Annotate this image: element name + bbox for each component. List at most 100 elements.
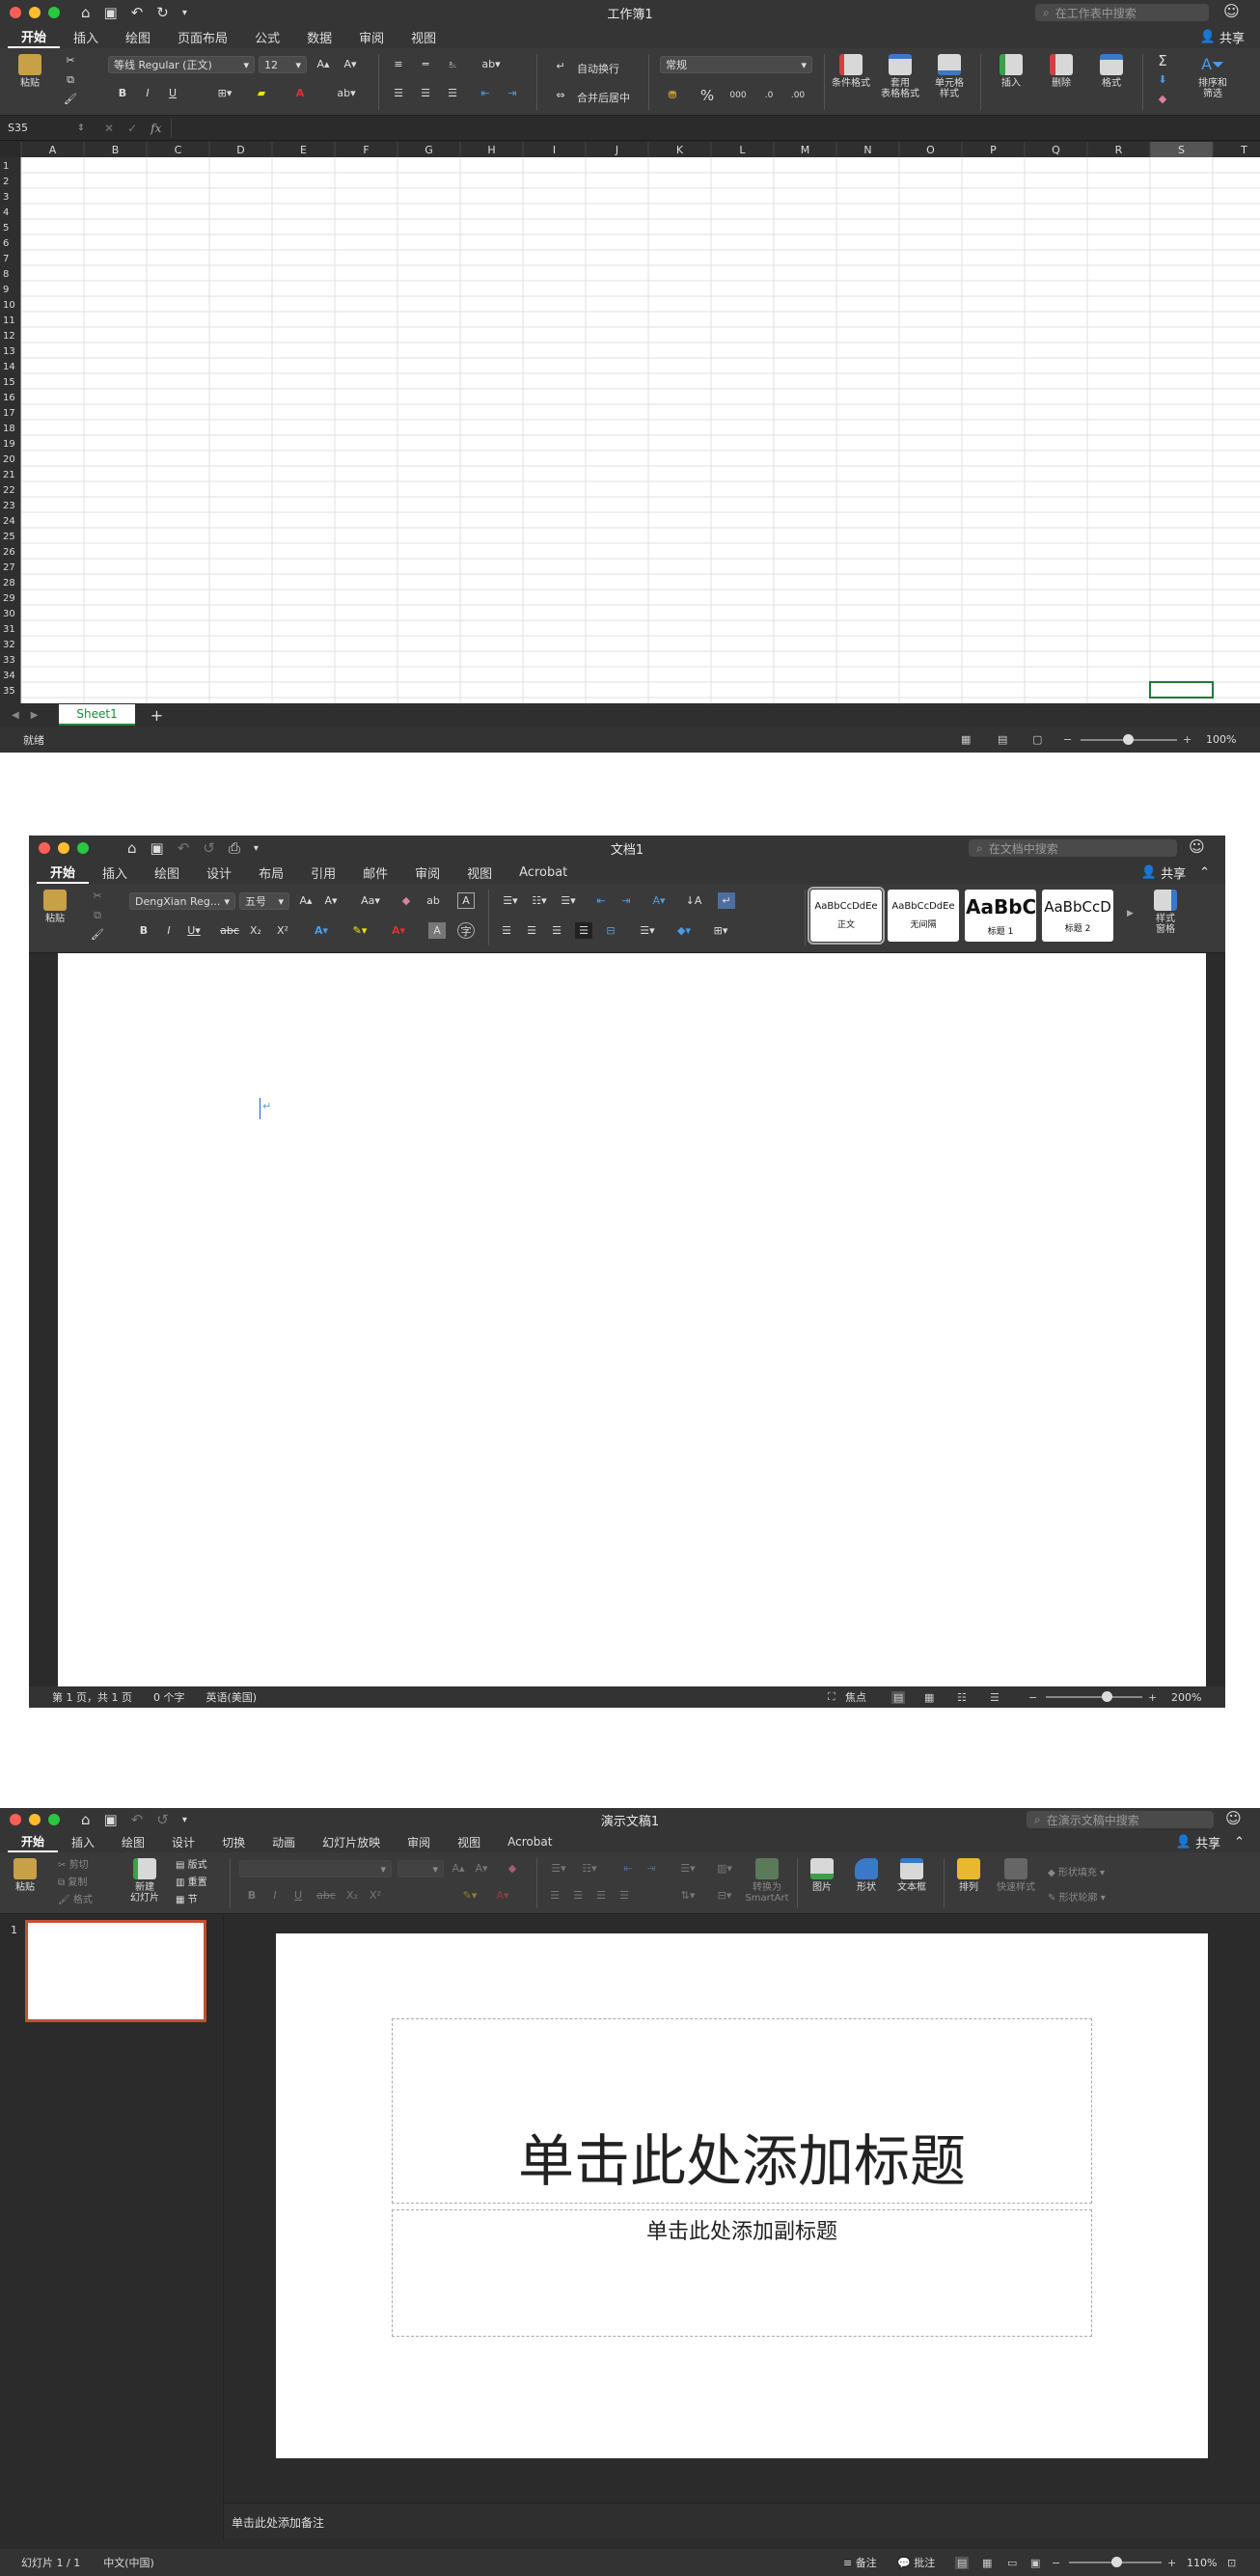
numbering-icon[interactable]: ☷▾	[577, 1860, 602, 1877]
draft-view-icon[interactable]: ☰	[990, 1691, 1000, 1704]
row-header[interactable]: 29	[3, 593, 15, 604]
increase-font-icon[interactable]: A▴	[297, 892, 315, 909]
tab-1[interactable]: 插入	[89, 861, 141, 884]
enclose-char-icon[interactable]: 字	[457, 922, 475, 939]
name-box-stepper-icon[interactable]: ⇕	[77, 123, 93, 133]
copy-icon[interactable]: ⧉	[89, 907, 106, 923]
format-as-table-button[interactable]: 套用 表格格式	[876, 54, 924, 99]
tab-2[interactable]: 绘图	[108, 1831, 158, 1852]
number-format-select[interactable]: 常规 ▾	[660, 56, 812, 73]
align-center-icon[interactable]: ☰	[523, 922, 540, 939]
cancel-formula-icon[interactable]: ✕	[104, 122, 114, 135]
close-window-button[interactable]	[10, 1814, 21, 1825]
share-button[interactable]: 👤 共享 ⌃	[1176, 1833, 1245, 1851]
increase-font-icon[interactable]: A▴	[450, 1860, 467, 1877]
highlight-icon[interactable]: ✎▾	[461, 1887, 479, 1904]
tab-0[interactable]: 开始	[37, 861, 90, 884]
align-center-icon[interactable]: ☰	[417, 85, 434, 101]
column-header[interactable]: K	[676, 144, 684, 156]
tab-3[interactable]: 设计	[158, 1831, 208, 1852]
arrange-button[interactable]: 排列	[951, 1858, 986, 1893]
orientation-icon[interactable]: ab▾	[477, 56, 506, 72]
home-icon[interactable]: ⌂	[127, 839, 137, 857]
page-layout-icon[interactable]: ▤	[998, 733, 1007, 746]
change-case-icon[interactable]: Aa▾	[357, 892, 384, 909]
text-effects-icon[interactable]: A▾	[313, 922, 330, 939]
phonetic-guide-icon[interactable]: ab	[425, 892, 442, 909]
customize-toolbar-icon[interactable]: ▾	[182, 8, 187, 18]
zoom-out-icon[interactable]: −	[1052, 2557, 1060, 2569]
wrap-text-icon[interactable]: ↵	[552, 58, 569, 74]
column-header[interactable]: T	[1240, 144, 1247, 156]
borders-icon[interactable]: ⊞▾	[708, 922, 733, 939]
save-icon[interactable]: ▣	[151, 839, 164, 857]
row-header[interactable]: 6	[3, 238, 9, 249]
merge-center-label[interactable]: 合并后居中	[577, 90, 630, 105]
insert-shape-button[interactable]: 形状	[849, 1858, 884, 1893]
smartart-button[interactable]: 转换为 SmartArt	[743, 1858, 791, 1904]
undo-icon[interactable]: ↶	[131, 4, 144, 21]
styles-gallery-more-icon[interactable]: ▶	[1127, 909, 1134, 918]
row-header[interactable]: 19	[3, 439, 15, 450]
column-header[interactable]: E	[300, 144, 307, 156]
document-page[interactable]: ↵	[58, 953, 1206, 1686]
row-header[interactable]: 21	[3, 470, 15, 480]
subscript-icon[interactable]: X₂	[247, 922, 264, 939]
tab-0[interactable]: 开始	[8, 1831, 59, 1852]
next-sheet-icon[interactable]: ▶	[31, 710, 39, 721]
active-cell[interactable]	[1149, 681, 1214, 699]
accept-formula-icon[interactable]: ✓	[127, 122, 137, 135]
subtitle-placeholder[interactable]: 单击此处添加副标题	[392, 2209, 1092, 2337]
page-break-icon[interactable]: ▢	[1032, 733, 1042, 746]
row-header[interactable]: 5	[3, 223, 9, 233]
font-color-icon[interactable]: A	[291, 85, 309, 101]
fit-slide-icon[interactable]: ⊡	[1227, 2557, 1236, 2569]
increase-indent-icon[interactable]: ⇥	[617, 892, 635, 909]
undo-icon[interactable]: ↶	[131, 1811, 144, 1828]
currency-icon[interactable]: ⛃	[664, 87, 681, 103]
underline-icon[interactable]: U	[289, 1887, 307, 1904]
column-header[interactable]: C	[175, 144, 182, 156]
undo-icon[interactable]: ↶	[178, 839, 190, 857]
superscript-icon[interactable]: X²	[274, 922, 291, 939]
shape-outline-button[interactable]: ✎ 形状轮廓 ▾	[1048, 1889, 1106, 1904]
zoom-level[interactable]: 200%	[1171, 1691, 1201, 1704]
bold-icon[interactable]: B	[135, 922, 152, 939]
align-bottom-icon[interactable]: ⎁	[444, 56, 461, 72]
column-header[interactable]: L	[739, 144, 746, 156]
column-header[interactable]: O	[926, 144, 935, 156]
add-sheet-button[interactable]: +	[151, 706, 163, 725]
new-slide-button[interactable]: 新建 幻灯片	[123, 1858, 166, 1904]
row-header[interactable]: 8	[3, 269, 9, 280]
notes-pane[interactable]: 单击此处添加备注	[224, 2503, 1260, 2539]
tab-4[interactable]: 切换	[208, 1831, 259, 1852]
column-header[interactable]: P	[990, 144, 997, 156]
sort-filter-button[interactable]: A⏷ 排序和 筛选	[1189, 54, 1237, 99]
row-header[interactable]: 14	[3, 362, 15, 372]
comments-toggle-button[interactable]: 💬 批注	[897, 2555, 935, 2570]
row-header[interactable]: 27	[3, 562, 15, 573]
search-box[interactable]: ⌕ 在文档中搜索	[969, 839, 1177, 857]
tab-7[interactable]: 审阅	[401, 861, 453, 884]
bullets-icon[interactable]: ☰▾	[546, 1860, 571, 1877]
font-size-select[interactable]: ▾	[397, 1860, 444, 1877]
normal-view-icon[interactable]: ▦	[961, 733, 971, 746]
bold-icon[interactable]: B	[243, 1887, 260, 1904]
format-cells-button[interactable]: 格式	[1090, 54, 1133, 89]
row-header[interactable]: 10	[3, 300, 15, 311]
zoom-slider-thumb[interactable]	[1102, 1691, 1112, 1702]
column-header[interactable]: Q	[1052, 144, 1060, 156]
distributed-icon[interactable]: ⊟	[602, 922, 619, 939]
superscript-icon[interactable]: X²	[367, 1887, 384, 1904]
share-button[interactable]: 👤 共享	[1200, 28, 1245, 46]
clear-icon[interactable]: ◆	[1154, 91, 1171, 107]
tab-5[interactable]: 引用	[297, 861, 349, 884]
row-header[interactable]: 31	[3, 624, 15, 635]
share-button[interactable]: 👤 共享 ⌃	[1141, 863, 1210, 882]
name-box[interactable]: S35	[0, 122, 77, 134]
style-card[interactable]: AaBbC 标题 1	[965, 890, 1036, 942]
asian-layout-icon[interactable]: A▾	[650, 892, 668, 909]
decrease-indent-icon[interactable]: ⇤	[477, 85, 494, 101]
column-header[interactable]: B	[112, 144, 120, 156]
feedback-smiley-icon[interactable]: ☺	[1225, 1809, 1242, 1827]
